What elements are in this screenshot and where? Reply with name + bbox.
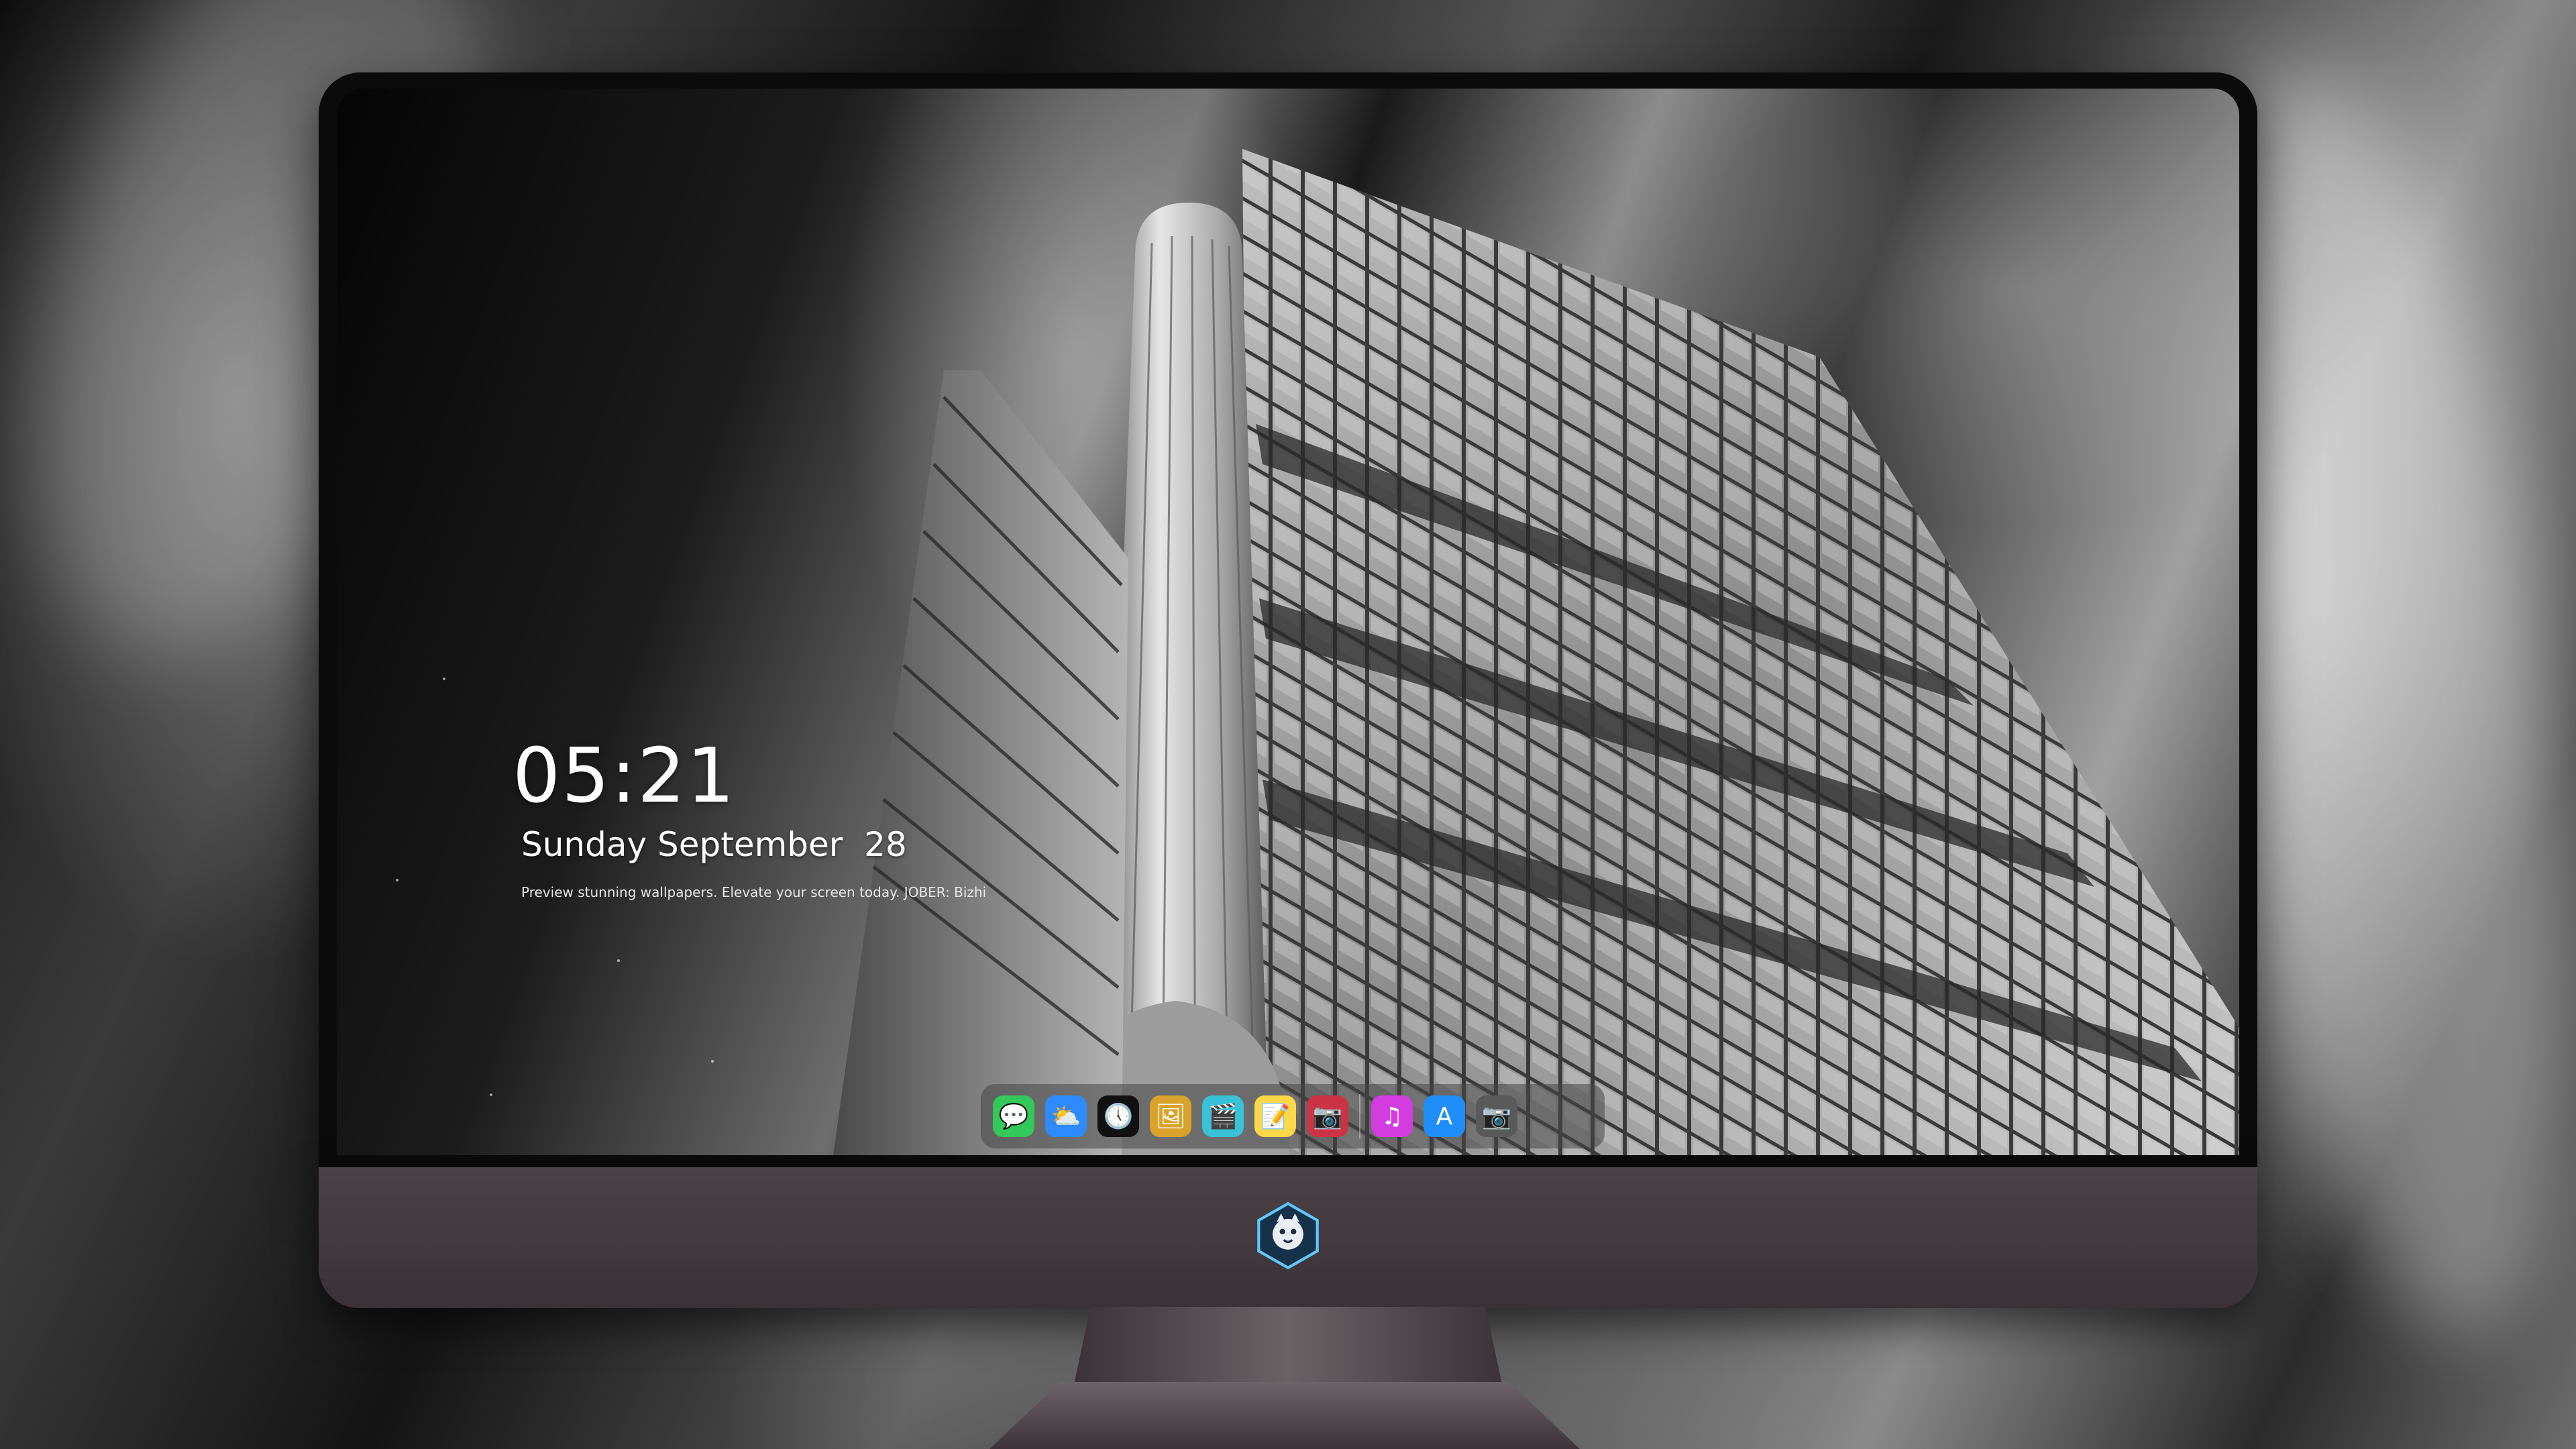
itunes-icon[interactable]: ♫ — [1371, 1095, 1413, 1137]
background-scene: 05:21 Sunday September 28 Preview stunni… — [0, 0, 2576, 1449]
lockscreen-date: Sunday September 28 — [521, 825, 907, 864]
clock-icon[interactable]: 🕔 — [1097, 1095, 1139, 1137]
dock-separator — [1359, 1094, 1360, 1138]
wallpaper-building — [396, 149, 2239, 1155]
lockscreen-tagline: Preview stunning wallpapers. Elevate you… — [521, 884, 987, 900]
tiger-mascot-icon — [1257, 1201, 1319, 1270]
preview-icon[interactable]: 🖼 — [1150, 1095, 1191, 1137]
monitor-stand-base — [989, 1382, 1580, 1449]
monitor-stand-neck — [1073, 1307, 1503, 1387]
final-cut-icon[interactable]: 🎬 — [1202, 1095, 1244, 1137]
weather-icon[interactable]: ⛅ — [1045, 1095, 1087, 1137]
messages-icon[interactable]: 💬 — [993, 1095, 1034, 1137]
notes-icon[interactable]: 📝 — [1254, 1095, 1296, 1137]
lockscreen-time: 05:21 — [513, 733, 736, 820]
app-store-icon[interactable]: A — [1424, 1095, 1465, 1137]
photo-booth-icon[interactable]: 📷 — [1307, 1095, 1348, 1137]
desktop-screen: 05:21 Sunday September 28 Preview stunni… — [337, 89, 2239, 1155]
camera-icon[interactable]: 📷 — [1476, 1095, 1517, 1137]
dock: 💬 ⛅ 🕔 🖼 🎬 📝 📷 ♫ A 📷 — [981, 1084, 1605, 1148]
